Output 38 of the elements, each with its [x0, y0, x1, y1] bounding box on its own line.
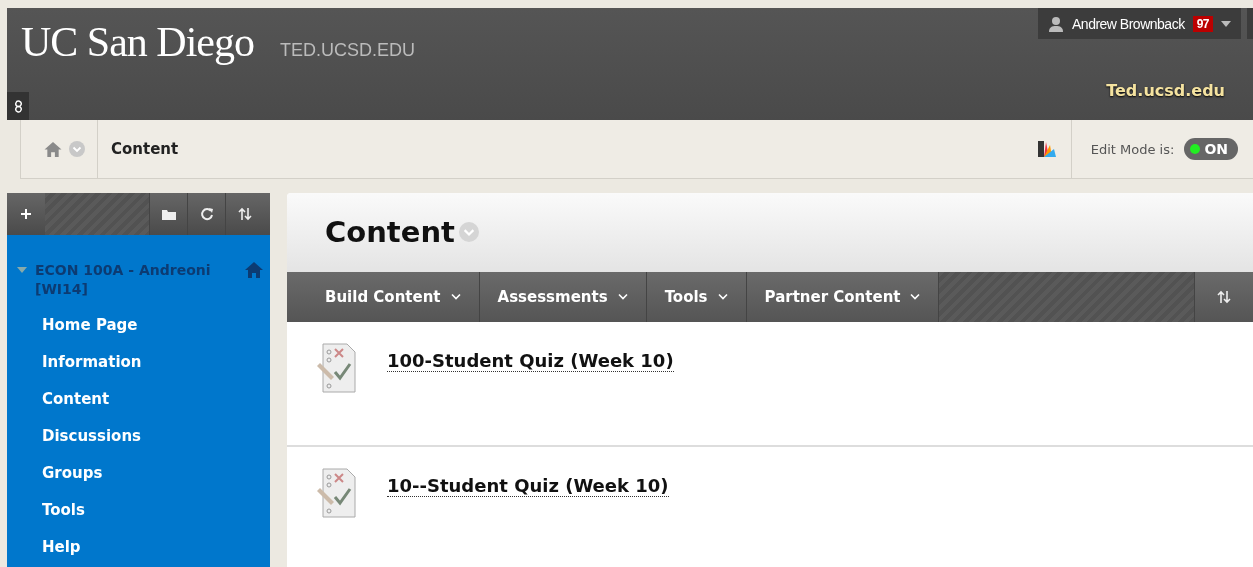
refresh-icon — [199, 207, 214, 221]
edit-mode-label: Edit Mode is: — [1090, 141, 1175, 157]
sidebar-item[interactable]: Home Page — [7, 307, 270, 344]
caret-icon — [1221, 20, 1231, 27]
sort-arrows-icon — [1217, 289, 1231, 304]
sidebar-item[interactable]: Discussions — [7, 418, 270, 455]
action-menu-button[interactable]: Build Content — [287, 271, 480, 322]
sort-arrows-icon — [237, 207, 252, 221]
sidebar-item[interactable]: Content — [7, 381, 270, 418]
notification-count: 97 — [1192, 15, 1213, 32]
sidebar-item[interactable]: Help — [7, 529, 270, 566]
home-icon[interactable] — [43, 140, 63, 158]
site-tab[interactable]: Ted.ucsd.edu — [1106, 81, 1225, 100]
chevron-down-icon — [717, 293, 728, 301]
quiz-icon — [315, 341, 359, 394]
sidebar-item[interactable]: Information — [7, 344, 270, 381]
folder-icon — [160, 207, 177, 221]
user-menu[interactable]: Andrew Brownback 97 — [1038, 8, 1241, 39]
quiz-link[interactable]: 100-Student Quiz (Week 10) — [387, 349, 674, 372]
edit-mode-toggle[interactable]: ON — [1184, 138, 1238, 160]
home-icon[interactable] — [244, 261, 264, 279]
chevron-down-icon — [617, 293, 628, 301]
sidebar-item[interactable]: Tools — [7, 492, 270, 529]
site-name: TED.UCSD.EDU — [280, 40, 415, 61]
chevron-down-icon — [450, 293, 461, 301]
action-menu-button[interactable]: Assessments — [479, 271, 647, 322]
university-logo[interactable]: UC San Diego — [21, 18, 254, 66]
plus-icon — [20, 208, 32, 220]
page-title: Content — [325, 215, 455, 250]
breadcrumb-current: Content — [110, 140, 179, 158]
quiz-link[interactable]: 10--Student Quiz (Week 10) — [387, 475, 669, 498]
color-palette-icon[interactable] — [1036, 140, 1057, 158]
person-icon — [1048, 15, 1064, 32]
link-icon[interactable] — [7, 92, 29, 120]
chevron-down-icon — [910, 293, 921, 301]
sidebar-item[interactable]: Groups — [7, 455, 270, 492]
action-menu-button[interactable]: Tools — [646, 271, 747, 322]
quiz-icon — [315, 467, 359, 520]
